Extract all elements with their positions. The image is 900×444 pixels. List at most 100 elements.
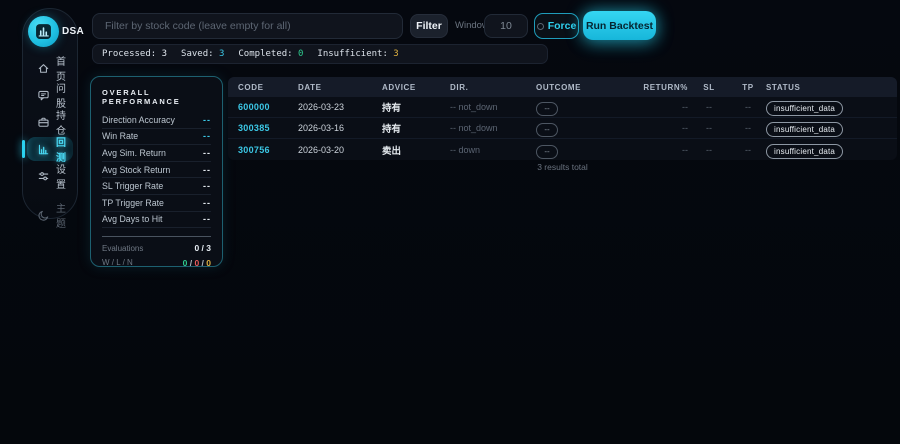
bar-chart-icon: [37, 143, 50, 156]
app-root: DSA 首页问股持仓回测设置主题 Filter Window Force Run…: [0, 0, 900, 444]
cell-dir: -- not_down: [450, 102, 536, 112]
results-table: CODEDATEADVICEDIR.OUTCOMERETURN%SLTPSTAT…: [228, 77, 897, 160]
column-header: RETURN%: [636, 83, 688, 92]
cell-sl: --: [688, 102, 730, 112]
table-row[interactable]: 3007562026-03-20卖出-- down--------insuffi…: [228, 139, 897, 160]
sidebar-item-6[interactable]: 主题: [27, 203, 73, 227]
status-badge: insufficient_data: [766, 144, 843, 159]
cell-code[interactable]: 300756: [238, 145, 298, 155]
column-header: SL: [688, 83, 730, 92]
performance-metrics: Direction Accuracy--Win Rate--Avg Sim. R…: [102, 112, 211, 228]
sidebar-item-label: 首页: [56, 53, 73, 83]
divider: [102, 236, 211, 237]
status-badge: insufficient_data: [766, 122, 843, 137]
sidebar-item-5[interactable]: 设置: [27, 164, 73, 188]
metric-value: --: [203, 181, 211, 191]
cell-sl: --: [688, 145, 730, 155]
sidebar-item-label: 持仓: [56, 107, 73, 137]
metric-row: Direction Accuracy --: [102, 112, 211, 129]
cell-outcome: --: [536, 98, 636, 116]
metric-label: Win Rate: [102, 131, 138, 141]
outcome-badge: --: [536, 145, 558, 159]
moon-icon: [37, 209, 50, 222]
cell-tp: --: [730, 123, 766, 133]
cell-code[interactable]: 600000: [238, 102, 298, 112]
briefcase-icon: [37, 116, 50, 129]
evaluations-value: 0 / 3: [194, 243, 211, 253]
metric-value: --: [203, 148, 211, 158]
cell-dir: -- down: [450, 145, 536, 155]
cell-return: --: [636, 145, 688, 155]
sidebar-item-1[interactable]: 首页: [27, 56, 73, 80]
cell-advice: 持有: [382, 100, 450, 114]
cell-status: insufficient_data: [766, 98, 887, 116]
cell-outcome: --: [536, 141, 636, 159]
table-row[interactable]: 6000002026-03-23持有-- not_down--------ins…: [228, 97, 897, 118]
sidebar-item-label: 问股: [56, 80, 73, 110]
force-toggle-button[interactable]: Force: [534, 13, 579, 39]
sidebar-item-2[interactable]: 问股: [27, 83, 73, 107]
metric-row: Avg Sim. Return --: [102, 145, 211, 162]
metric-row: Avg Stock Return --: [102, 162, 211, 179]
sidebar-item-3[interactable]: 持仓: [27, 110, 73, 134]
logo-bar-chart-icon: [28, 16, 59, 47]
stock-filter-input[interactable]: [92, 13, 403, 39]
window-input[interactable]: [484, 14, 528, 38]
results-count: 3 results total: [228, 162, 897, 172]
sidebar-item-4[interactable]: 回测: [27, 137, 73, 161]
metric-value: --: [203, 214, 211, 224]
cell-date: 2026-03-23: [298, 102, 382, 112]
app-logo[interactable]: DSA: [28, 16, 84, 47]
status-bar: Processed: 3 Saved: 3 Completed: 0 Insuf…: [92, 44, 548, 64]
sidebar-nav: 首页问股持仓回测设置主题: [23, 53, 77, 230]
table-body: 6000002026-03-23持有-- not_down--------ins…: [228, 97, 897, 160]
status-saved: Saved: 3: [181, 49, 224, 59]
sidebar: DSA 首页问股持仓回测设置主题: [22, 8, 78, 219]
overall-performance-panel: OVERALL PERFORMANCE Direction Accuracy --…: [90, 76, 223, 267]
cell-advice: 持有: [382, 121, 450, 135]
cell-return: --: [636, 123, 688, 133]
cell-tp: --: [730, 145, 766, 155]
metric-label: Avg Sim. Return: [102, 148, 166, 158]
run-backtest-button[interactable]: Run Backtest: [583, 11, 656, 40]
force-label: Force: [548, 20, 577, 32]
status-completed: Completed: 0: [238, 49, 303, 59]
column-header: ADVICE: [382, 83, 450, 92]
panel-title: OVERALL PERFORMANCE: [102, 88, 211, 106]
cell-outcome: --: [536, 119, 636, 137]
metric-value: --: [203, 131, 211, 141]
chat-icon: [37, 89, 50, 102]
metric-value: --: [203, 115, 211, 125]
outcome-badge: --: [536, 123, 558, 137]
metric-row: Avg Days to Hit --: [102, 212, 211, 229]
metric-label: Avg Days to Hit: [102, 214, 162, 224]
column-header: DATE: [298, 83, 382, 92]
sidebar-item-label: 主题: [56, 200, 73, 230]
app-title: DSA: [62, 26, 84, 37]
wln-values: 0 / 0 / 0: [183, 253, 211, 271]
status-badge: insufficient_data: [766, 101, 843, 116]
column-header: DIR.: [450, 83, 536, 92]
filter-button[interactable]: Filter: [410, 14, 448, 38]
metric-label: TP Trigger Rate: [102, 198, 164, 208]
home-icon: [37, 62, 50, 75]
active-indicator: [22, 140, 25, 158]
status-insufficient: Insufficient: 3: [317, 49, 398, 59]
table-header: CODEDATEADVICEDIR.OUTCOMERETURN%SLTPSTAT…: [228, 77, 897, 97]
metric-label: Direction Accuracy: [102, 115, 175, 125]
table-row[interactable]: 3003852026-03-16持有-- not_down--------ins…: [228, 118, 897, 139]
metric-label: Avg Stock Return: [102, 165, 170, 175]
metric-value: --: [203, 165, 211, 175]
cell-date: 2026-03-20: [298, 145, 382, 155]
cell-sl: --: [688, 123, 730, 133]
column-header: CODE: [238, 83, 298, 92]
metric-value: --: [203, 198, 211, 208]
sidebar-item-label: 回测: [56, 134, 73, 164]
status-processed: Processed: 3: [102, 49, 167, 59]
cell-code[interactable]: 300385: [238, 123, 298, 133]
sidebar-item-label: 设置: [56, 161, 73, 191]
column-header: TP: [730, 83, 766, 92]
wln-row: W / L / N 0 / 0 / 0: [102, 256, 211, 268]
cell-status: insufficient_data: [766, 119, 887, 137]
column-header: STATUS: [766, 83, 887, 92]
